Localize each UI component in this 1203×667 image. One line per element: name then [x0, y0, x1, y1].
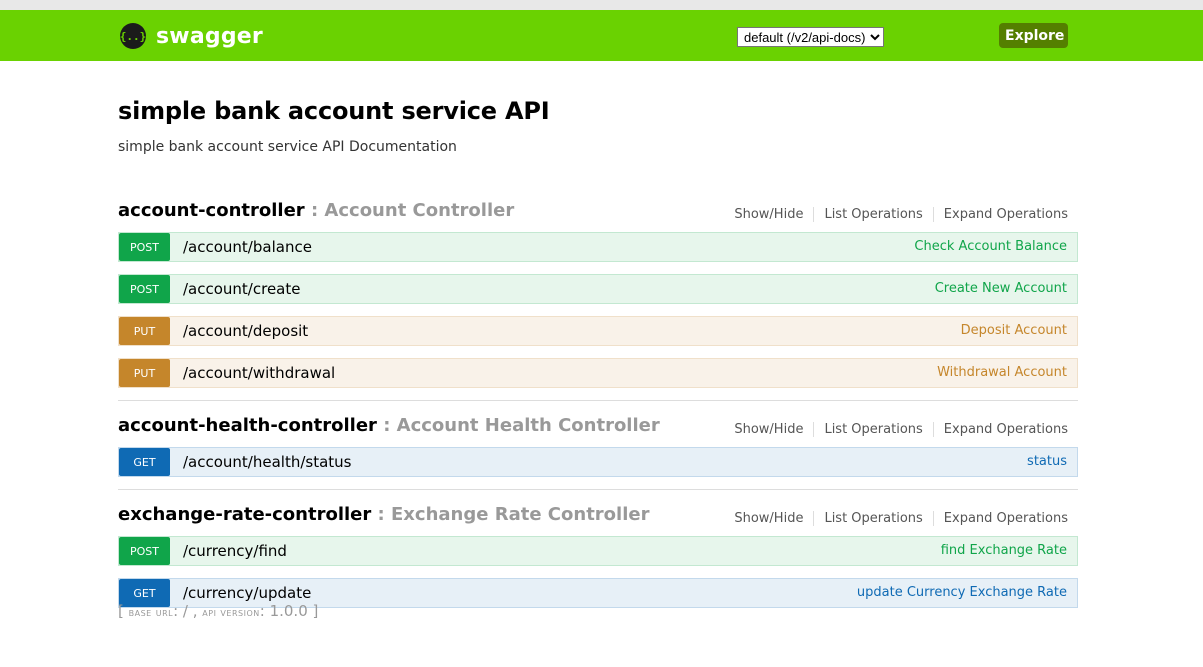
resource-options: Show/Hide List Operations Expand Operation…	[724, 511, 1068, 526]
operation-row[interactable]: PUT/account/withdrawal Withdrawal Account	[118, 358, 1078, 388]
method-badge-post[interactable]: POST	[119, 233, 170, 261]
operation-path[interactable]: /currency/find	[183, 542, 287, 560]
resource-heading: exchange-rate-controller : Exchange Rate…	[118, 500, 1078, 536]
swagger-logo-icon: {..}	[120, 23, 146, 49]
resource-description: Account Health Controller	[396, 415, 660, 436]
operation-path[interactable]: /account/deposit	[183, 322, 308, 340]
method-badge-get[interactable]: GET	[119, 448, 170, 476]
api-version-value: : 1.0.0	[259, 602, 313, 620]
api-description: simple bank account service API Document…	[118, 139, 457, 155]
resource-name[interactable]: exchange-rate-controller	[118, 504, 371, 525]
explore-button[interactable]: Explore	[999, 23, 1068, 48]
resource-exchange-rate-controller: exchange-rate-controller : Exchange Rate…	[118, 500, 1078, 608]
top-strip	[0, 0, 1203, 10]
spec-select[interactable]: default (/v2/api-docs)	[737, 27, 884, 47]
method-badge-post[interactable]: POST	[119, 537, 170, 565]
method-badge-post[interactable]: POST	[119, 275, 170, 303]
operation-path[interactable]: /account/withdrawal	[183, 364, 335, 382]
operation-row[interactable]: GET/account/health/status status	[118, 447, 1078, 477]
operation-summary[interactable]: Deposit Account	[961, 323, 1067, 338]
resource-name[interactable]: account-health-controller	[118, 415, 377, 436]
operation-summary[interactable]: update Currency Exchange Rate	[857, 585, 1067, 600]
operation-summary[interactable]: Check Account Balance	[914, 239, 1067, 254]
show-hide-link[interactable]: Show/Hide	[724, 511, 815, 526]
resource-separator: :	[371, 504, 391, 525]
resource-heading: account-controller : Account Controller S…	[118, 196, 1078, 232]
resource-account-health-controller: account-health-controller : Account Heal…	[118, 411, 1078, 490]
operation-summary[interactable]: Create New Account	[935, 281, 1067, 296]
list-operations-link[interactable]: List Operations	[814, 207, 934, 222]
operation-path[interactable]: /currency/update	[183, 584, 311, 602]
list-operations-link[interactable]: List Operations	[814, 511, 934, 526]
operation-summary[interactable]: Withdrawal Account	[937, 365, 1067, 380]
operation-path[interactable]: /account/balance	[183, 238, 312, 256]
resource-separator: :	[376, 415, 397, 436]
operation-summary[interactable]: status	[1027, 454, 1067, 469]
resource-title[interactable]: account-controller : Account Controller	[118, 200, 514, 221]
operation-path[interactable]: /account/health/status	[183, 453, 352, 471]
resource-options: Show/Hide List Operations Expand Operation…	[724, 207, 1068, 222]
footer-open-bracket: [	[118, 602, 129, 620]
api-version-label: api version	[202, 606, 260, 619]
swagger-header: {..} swagger default (/v2/api-docs) Expl…	[0, 10, 1203, 61]
show-hide-link[interactable]: Show/Hide	[724, 207, 815, 222]
operation-path[interactable]: /account/create	[183, 280, 300, 298]
operation-row[interactable]: POST/account/balance Check Account Balanc…	[118, 232, 1078, 262]
api-info: simple bank account service API simple b…	[118, 97, 550, 155]
show-hide-link[interactable]: Show/Hide	[724, 422, 815, 437]
expand-operations-link[interactable]: Expand Operations	[934, 422, 1068, 437]
api-title: simple bank account service API	[118, 97, 550, 125]
operation-summary[interactable]: find Exchange Rate	[941, 543, 1067, 558]
list-operations-link[interactable]: List Operations	[814, 422, 934, 437]
operation-row[interactable]: PUT/account/deposit Deposit Account	[118, 316, 1078, 346]
operation-row[interactable]: POST/account/create Create New Account	[118, 274, 1078, 304]
base-url-footer: [ base url: / , api version: 1.0.0 ]	[118, 602, 318, 620]
resource-title[interactable]: account-health-controller : Account Heal…	[118, 415, 660, 436]
method-badge-put[interactable]: PUT	[119, 317, 170, 345]
resource-description: Exchange Rate Controller	[391, 504, 650, 525]
resource-title[interactable]: exchange-rate-controller : Exchange Rate…	[118, 504, 649, 525]
resource-heading: account-health-controller : Account Heal…	[118, 411, 1078, 447]
resource-description: Account Controller	[324, 200, 515, 221]
expand-operations-link[interactable]: Expand Operations	[934, 207, 1068, 222]
method-badge-put[interactable]: PUT	[119, 359, 170, 387]
base-url-label: base url	[128, 606, 174, 619]
swagger-brand: swagger	[156, 23, 263, 49]
operation-row[interactable]: POST/currency/find find Exchange Rate	[118, 536, 1078, 566]
resource-account-controller: account-controller : Account Controller S…	[118, 196, 1078, 401]
footer-close-bracket: ]	[312, 602, 319, 620]
resources-list: account-controller : Account Controller S…	[118, 196, 1078, 620]
resource-options: Show/Hide List Operations Expand Operation…	[724, 422, 1068, 437]
base-url-value: : / ,	[173, 602, 203, 620]
resource-separator: :	[304, 200, 325, 221]
expand-operations-link[interactable]: Expand Operations	[934, 511, 1068, 526]
swagger-logo[interactable]: {..} swagger	[120, 23, 263, 49]
resource-name[interactable]: account-controller	[118, 200, 305, 221]
